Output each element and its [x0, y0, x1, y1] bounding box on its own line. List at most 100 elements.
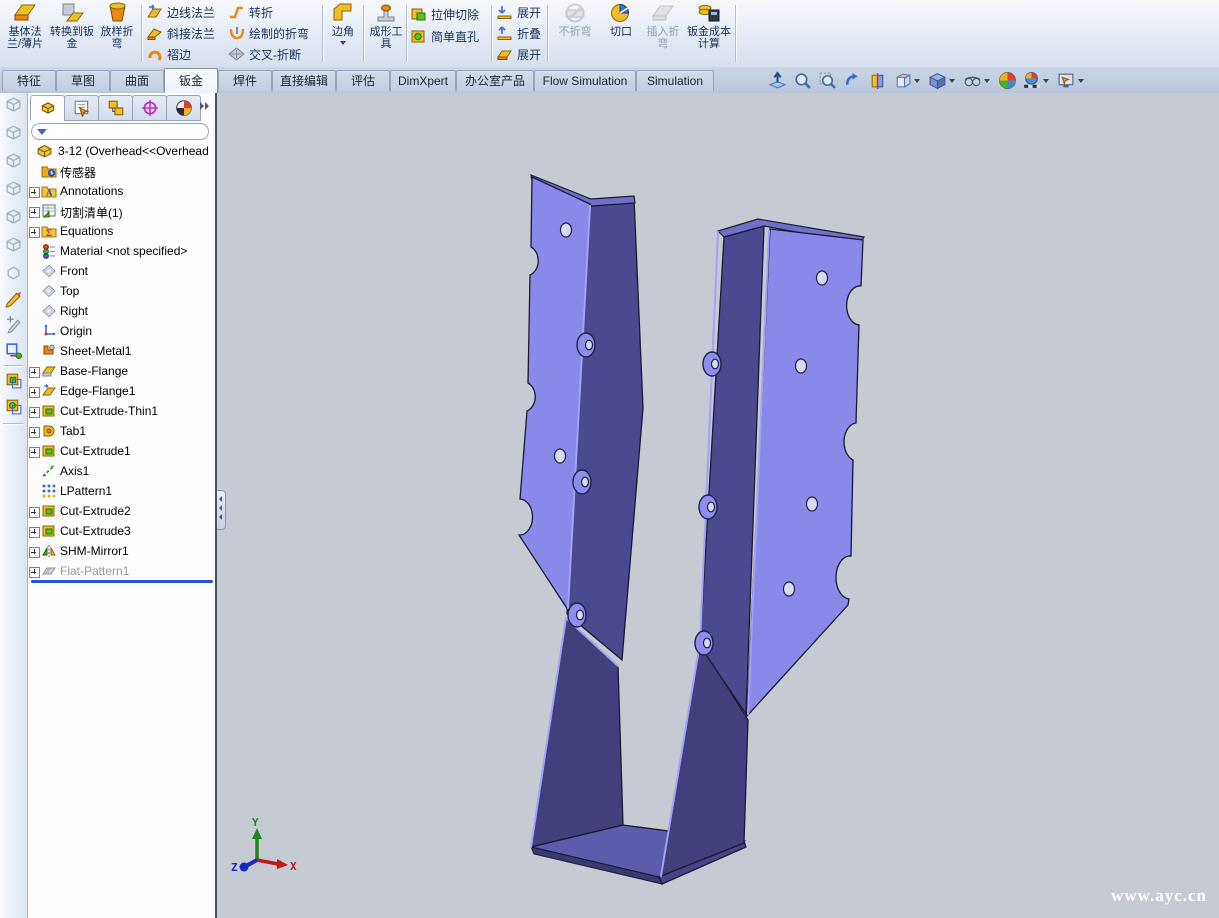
tree-row-cut-extrude2[interactable]: Cut-Extrude2	[28, 501, 215, 521]
expand-toggle[interactable]	[29, 227, 40, 238]
right-flange-face[interactable]	[747, 229, 863, 716]
normal-to-icon[interactable]	[768, 71, 788, 90]
apply-scene-icon[interactable]	[1022, 71, 1042, 90]
tree-row-lpattern1[interactable]: LPattern1	[28, 481, 215, 501]
sketch-icon[interactable]	[4, 289, 23, 308]
expand-toggle[interactable]	[29, 507, 40, 518]
panel-splitter-handle[interactable]	[217, 490, 226, 530]
tree-row-material[interactable]: Material <not specified>	[28, 241, 215, 261]
stirrup-left-plate[interactable]	[531, 618, 623, 847]
simple-hole-button[interactable]: 简单直孔	[410, 26, 479, 46]
cross-break-button[interactable]: 交叉-折断	[228, 44, 301, 64]
view-cube-icon-3[interactable]	[4, 151, 23, 170]
tab-features[interactable]: 特征	[2, 70, 56, 91]
tree-root-row[interactable]: 3-12 (Overhead<<Overhead	[28, 141, 215, 161]
expand-toggle[interactable]	[29, 527, 40, 538]
convert-to-sheet-metal-button[interactable]: 转换到钣金	[50, 1, 94, 65]
configurationmanager-tab[interactable]	[98, 95, 133, 121]
view-orientation-icon[interactable]	[893, 71, 913, 90]
section-view-icon[interactable]	[868, 71, 888, 90]
tab-simulation[interactable]: Simulation	[636, 70, 714, 91]
zoom-to-area-icon[interactable]	[818, 71, 838, 90]
dimxpertmanager-tab[interactable]	[132, 95, 167, 121]
sketched-bend-button[interactable]: 绘制的折弯	[228, 23, 309, 43]
tree-row-cut-list[interactable]: 切割清单(1)	[28, 201, 215, 221]
extrude-icon-1[interactable]	[4, 371, 23, 390]
view-cube-icon-2[interactable]	[4, 123, 23, 142]
hide-show-items-icon[interactable]	[963, 71, 983, 90]
fold-button[interactable]: 折叠	[496, 23, 541, 43]
expand-toggle[interactable]	[29, 367, 40, 378]
edge-flange-button[interactable]: 边线法兰	[146, 2, 215, 22]
expand-toggle[interactable]	[29, 567, 40, 578]
sheet-metal-cost-button[interactable]: 钣金成本计算	[686, 1, 732, 65]
view-cube-icon-6[interactable]	[4, 235, 23, 254]
tree-row-edge-flange1[interactable]: Edge-Flange1	[28, 381, 215, 401]
edit-appearance-icon[interactable]	[998, 71, 1018, 90]
display-style-icon[interactable]	[928, 71, 948, 90]
miter-flange-button[interactable]: 斜接法兰	[146, 23, 215, 43]
tab-flow-simulation[interactable]: Flow Simulation	[534, 70, 636, 91]
tree-row-front-plane[interactable]: Front	[28, 261, 215, 281]
tree-row-cut-extrude3[interactable]: Cut-Extrude3	[28, 521, 215, 541]
view-cube-icon-7[interactable]	[4, 263, 23, 282]
tree-row-right-plane[interactable]: Right	[28, 301, 215, 321]
expand-toggle[interactable]	[29, 387, 40, 398]
view-cube-icon-1[interactable]	[4, 95, 23, 114]
propertymanager-tab[interactable]	[64, 95, 99, 121]
display-style-dropdown-arrow[interactable]	[949, 79, 955, 83]
sketch-3d-icon[interactable]	[4, 315, 23, 334]
tree-row-equations[interactable]: Σ Equations	[28, 221, 215, 241]
corner-button[interactable]: 边角	[325, 1, 361, 65]
no-bends-button[interactable]: 不折弯	[551, 1, 599, 65]
rip-button[interactable]: 切口	[603, 1, 639, 65]
tree-row-axis1[interactable]: Axis1	[28, 461, 215, 481]
filter-input[interactable]	[47, 125, 208, 139]
tab-sheet-metal[interactable]: 钣金	[164, 68, 218, 93]
expand-toggle[interactable]	[29, 187, 40, 198]
corner-dropdown-arrow[interactable]	[340, 41, 346, 45]
unfold-button[interactable]: 展开	[496, 2, 541, 22]
expand-toggle[interactable]	[29, 407, 40, 418]
tree-row-annotations[interactable]: A Annotations	[28, 181, 215, 201]
tree-row-flat-pattern1[interactable]: Flat-Pattern1	[28, 561, 215, 581]
displaymanager-tab[interactable]	[166, 95, 201, 121]
flatten-button[interactable]: 展开	[496, 44, 541, 64]
expand-toggle[interactable]	[29, 547, 40, 558]
expand-toggle[interactable]	[29, 427, 40, 438]
tree-row-shm-mirror1[interactable]: SHM-Mirror1	[28, 541, 215, 561]
expand-toggle[interactable]	[29, 447, 40, 458]
tab-weldments[interactable]: 焊件	[218, 70, 272, 91]
previous-view-icon[interactable]	[843, 71, 863, 90]
zoom-to-fit-icon[interactable]	[793, 71, 813, 90]
tree-row-sheet-metal1[interactable]: Sheet-Metal1	[28, 341, 215, 361]
tree-row-origin[interactable]: Origin	[28, 321, 215, 341]
view-settings-icon[interactable]	[1057, 71, 1077, 90]
forming-tool-button[interactable]: 成形工具	[366, 1, 406, 65]
tab-direct-editing[interactable]: 直接编辑	[272, 70, 336, 91]
view-cube-icon-5[interactable]	[4, 207, 23, 226]
featuremanager-tab[interactable]	[30, 95, 65, 121]
hem-button[interactable]: 褶边	[146, 44, 191, 64]
extruded-cut-button[interactable]: 拉伸切除	[410, 4, 479, 24]
view-cube-icon-4[interactable]	[4, 179, 23, 198]
hide-show-dropdown-arrow[interactable]	[984, 79, 990, 83]
view-settings-dropdown-arrow[interactable]	[1078, 79, 1084, 83]
tree-row-tab1[interactable]: Tab1	[28, 421, 215, 441]
view-orientation-dropdown-arrow[interactable]	[914, 79, 920, 83]
tab-sketch[interactable]: 草图	[56, 70, 110, 91]
extrude-icon-2[interactable]	[4, 397, 23, 416]
rollback-bar[interactable]	[31, 580, 213, 583]
tab-surfaces[interactable]: 曲面	[110, 70, 164, 91]
convert-entities-icon[interactable]	[4, 341, 23, 360]
lofted-bend-button[interactable]: 放样折弯	[96, 1, 138, 65]
insert-bends-button[interactable]: 插入折弯	[642, 1, 684, 65]
tab-dimxpert[interactable]: DimXpert	[390, 70, 456, 91]
expand-toggle[interactable]	[29, 207, 40, 218]
tree-row-top-plane[interactable]: Top	[28, 281, 215, 301]
tree-row-base-flange[interactable]: Base-Flange	[28, 361, 215, 381]
tree-row-cut-extrude1[interactable]: Cut-Extrude1	[28, 441, 215, 461]
apply-scene-dropdown-arrow[interactable]	[1043, 79, 1049, 83]
jog-button[interactable]: 转折	[228, 2, 273, 22]
tab-evaluate[interactable]: 评估	[336, 70, 390, 91]
